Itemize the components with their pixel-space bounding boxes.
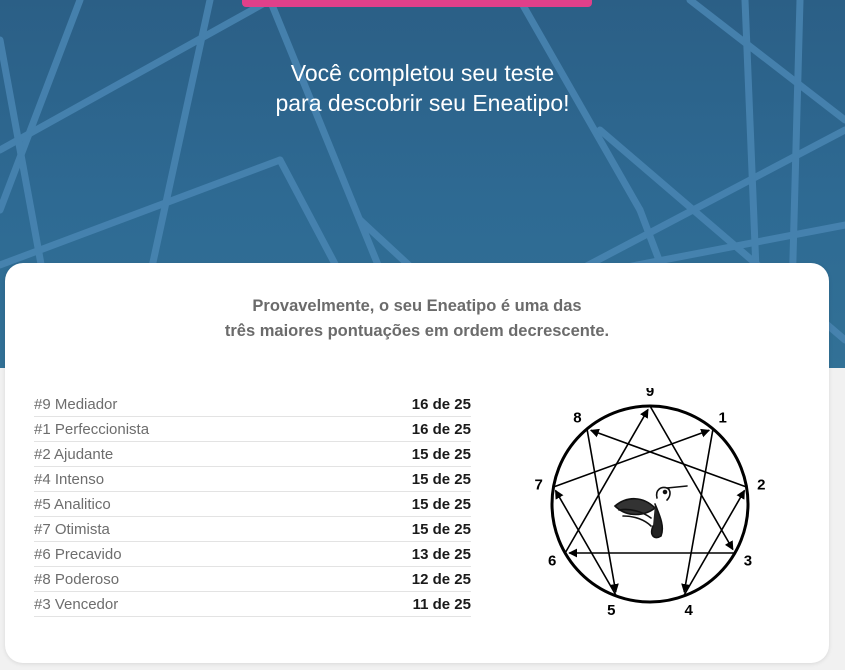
score-row: #6 Precavido 13 de 25 <box>34 542 471 567</box>
score-value: 16 de 25 <box>411 395 471 413</box>
enneagram-diagram: 9 1 2 3 4 5 6 7 8 <box>535 388 766 619</box>
enneagram-arrow-6-to-9 <box>564 408 649 554</box>
score-list: #9 Mediador 16 de 25 #1 Perfeccionista 1… <box>34 392 471 617</box>
headline-line-1: Você completou seu teste <box>290 60 555 86</box>
score-row: #3 Vencedor 11 de 25 <box>34 592 471 617</box>
page-headline: Você completou seu teste para descobrir … <box>0 58 845 118</box>
score-type-name: #5 Analitico <box>34 495 111 513</box>
enneagram-point-8: 8 <box>573 409 581 426</box>
top-action-button[interactable] <box>242 0 592 7</box>
hummingbird-icon <box>613 485 688 539</box>
enneagram-point-5: 5 <box>607 602 615 619</box>
score-type-name: #2 Ajudante <box>34 445 114 463</box>
score-type-name: #9 Mediador <box>34 395 118 413</box>
score-type-name: #6 Precavido <box>34 545 122 563</box>
score-type-name: #1 Perfeccionista <box>34 420 150 438</box>
score-row: #5 Analitico 15 de 25 <box>34 492 471 517</box>
score-type-name: #4 Intenso <box>34 470 105 488</box>
subtitle-line-1: Provavelmente, o seu Eneatipo é uma das <box>252 297 582 315</box>
score-value: 15 de 25 <box>411 520 471 538</box>
score-value: 11 de 25 <box>412 595 471 613</box>
score-row: #2 Ajudante 15 de 25 <box>34 442 471 467</box>
enneagram-point-4: 4 <box>684 602 693 619</box>
enneagram-point-3: 3 <box>744 553 752 570</box>
score-row: #4 Intenso 15 de 25 <box>34 467 471 492</box>
enneagram-arrow-8-to-5 <box>586 428 619 594</box>
enneagram-arrow-1-to-4 <box>681 428 714 594</box>
score-value: 12 de 25 <box>411 570 471 588</box>
score-value: 15 de 25 <box>411 445 471 463</box>
score-type-name: #3 Vencedor <box>34 595 119 613</box>
result-subtitle: Provavelmente, o seu Eneatipo é uma das … <box>5 294 829 344</box>
score-row: #1 Perfeccionista 16 de 25 <box>34 417 471 442</box>
score-value: 16 de 25 <box>411 420 471 438</box>
score-value: 13 de 25 <box>411 545 471 563</box>
score-row: #8 Poderoso 12 de 25 <box>34 567 471 592</box>
subtitle-line-2: três maiores pontuações em ordem decresc… <box>224 322 610 340</box>
score-type-name: #7 Otimista <box>34 520 110 538</box>
enneagram-point-9: 9 <box>646 388 654 400</box>
enneagram-point-7: 7 <box>535 476 543 493</box>
enneagram-point-2: 2 <box>757 476 765 493</box>
score-row: #9 Mediador 16 de 25 <box>34 392 471 417</box>
score-row: #7 Otimista 15 de 25 <box>34 517 471 542</box>
enneagram-point-1: 1 <box>718 409 726 426</box>
score-value: 15 de 25 <box>411 470 471 488</box>
score-type-name: #8 Poderoso <box>34 570 120 588</box>
score-value: 15 de 25 <box>411 495 471 513</box>
enneagram-point-6: 6 <box>548 553 556 570</box>
headline-line-2: para descobrir seu Eneatipo! <box>275 90 570 116</box>
